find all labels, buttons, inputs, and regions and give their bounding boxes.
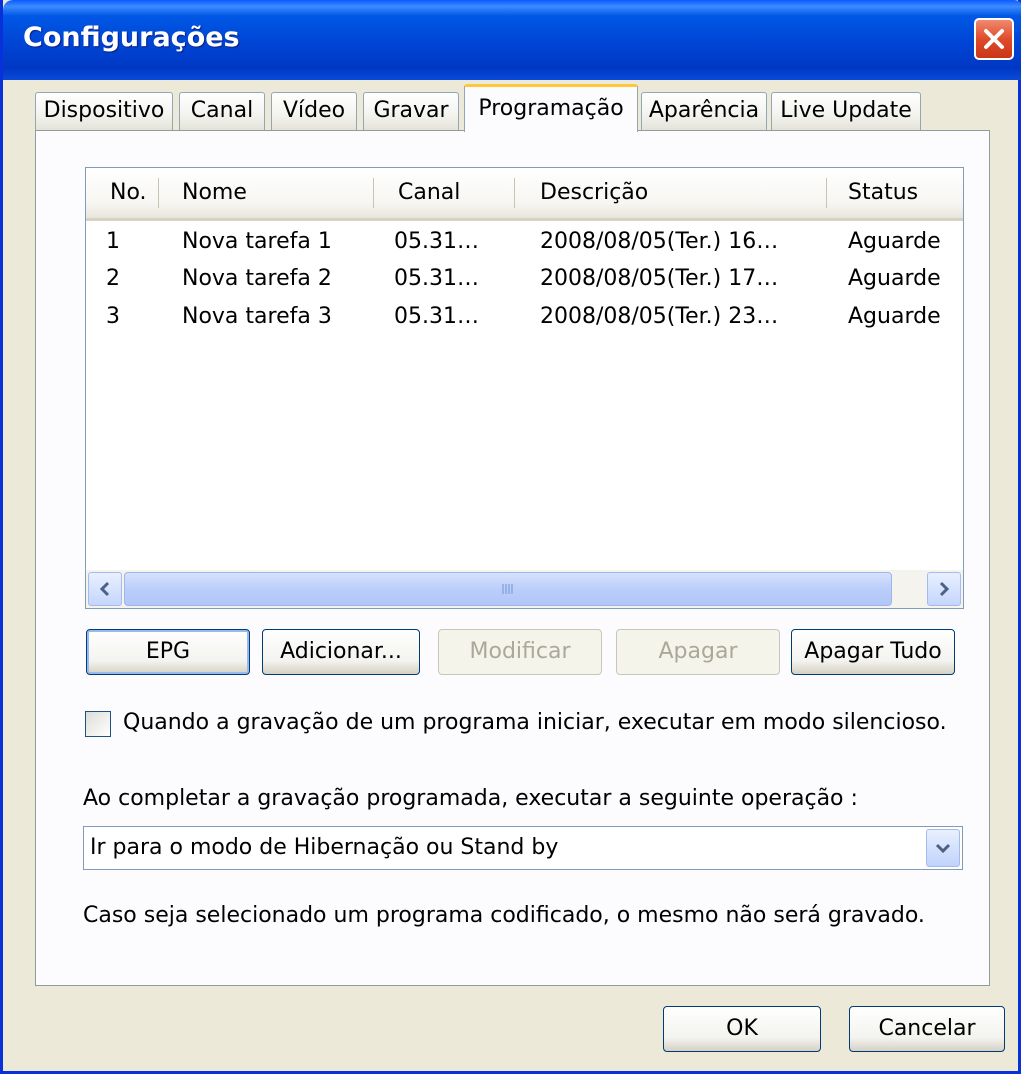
grip-icon	[502, 584, 513, 594]
modify-button[interactable]: Modificar	[438, 629, 602, 675]
row-name: Nova tarefa 3	[182, 304, 332, 329]
list-header: No. Nome Canal Descrição Status	[86, 168, 963, 221]
settings-dialog: Configurações Dispositivo Canal Vídeo Gr…	[0, 0, 1021, 1074]
ok-button[interactable]: OK	[663, 1006, 821, 1052]
horizontal-scrollbar[interactable]	[86, 570, 963, 608]
row-name: Nova tarefa 1	[182, 229, 332, 254]
row-description: 2008/08/05(Ter.) 23…	[540, 304, 779, 329]
column-canal[interactable]: Canal	[398, 168, 460, 218]
column-nome[interactable]: Nome	[182, 168, 247, 218]
cancel-button[interactable]: Cancelar	[849, 1006, 1005, 1052]
after-recording-selected: Ir para o modo de Hibernação ou Stand by	[90, 835, 559, 860]
tab-dispositivo[interactable]: Dispositivo	[35, 92, 173, 130]
scroll-thumb[interactable]	[124, 572, 892, 606]
column-no[interactable]: No.	[110, 168, 147, 218]
after-recording-label: Ao completar a gravação programada, exec…	[83, 786, 858, 811]
scroll-right-button[interactable]	[927, 572, 961, 606]
tab-aparencia[interactable]: Aparência	[641, 92, 767, 130]
table-row[interactable]: 2 Nova tarefa 2 05.31… 2008/08/05(Ter.) …	[86, 260, 963, 298]
row-number: 3	[106, 304, 120, 329]
column-status[interactable]: Status	[848, 168, 918, 218]
table-row[interactable]: 1 Nova tarefa 1 05.31… 2008/08/05(Ter.) …	[86, 223, 963, 261]
row-name: Nova tarefa 2	[182, 266, 332, 291]
tab-canal[interactable]: Canal	[179, 92, 265, 130]
row-status: Aguarde	[848, 229, 941, 254]
add-button[interactable]: Adicionar...	[262, 629, 420, 675]
tab-gravar[interactable]: Gravar	[363, 92, 459, 130]
close-button[interactable]	[974, 18, 1014, 60]
close-icon	[984, 29, 1004, 49]
title-bar[interactable]: Configurações	[3, 0, 1021, 80]
after-recording-select[interactable]: Ir para o modo de Hibernação ou Stand by	[83, 826, 963, 870]
encrypted-program-note: Caso seja selecionado um programa codifi…	[83, 903, 925, 928]
scroll-left-button[interactable]	[88, 572, 122, 606]
column-descricao[interactable]: Descrição	[540, 168, 648, 218]
silent-mode-label[interactable]: Quando a gravação de um programa iniciar…	[123, 710, 947, 735]
row-description: 2008/08/05(Ter.) 16…	[540, 229, 779, 254]
row-channel: 05.31…	[394, 229, 479, 254]
window-title: Configurações	[23, 22, 240, 53]
chevron-right-icon	[939, 581, 950, 597]
schedule-list[interactable]: No. Nome Canal Descrição Status 1 Nova t…	[85, 167, 964, 609]
table-row[interactable]: 3 Nova tarefa 3 05.31… 2008/08/05(Ter.) …	[86, 298, 963, 336]
dropdown-button[interactable]	[926, 829, 960, 867]
row-description: 2008/08/05(Ter.) 17…	[540, 266, 779, 291]
row-channel: 05.31…	[394, 266, 479, 291]
epg-button[interactable]: EPG	[86, 629, 250, 675]
row-status: Aguarde	[848, 304, 941, 329]
silent-mode-checkbox[interactable]	[85, 711, 111, 737]
tab-programacao[interactable]: Programação	[464, 84, 638, 132]
tab-live-update[interactable]: Live Update	[771, 92, 921, 130]
row-channel: 05.31…	[394, 304, 479, 329]
delete-button[interactable]: Apagar	[616, 629, 780, 675]
row-status: Aguarde	[848, 266, 941, 291]
tab-video[interactable]: Vídeo	[271, 92, 357, 130]
row-number: 1	[106, 229, 120, 254]
chevron-left-icon	[99, 581, 110, 597]
row-number: 2	[106, 266, 120, 291]
chevron-down-icon	[935, 843, 951, 854]
delete-all-button[interactable]: Apagar Tudo	[791, 629, 955, 675]
